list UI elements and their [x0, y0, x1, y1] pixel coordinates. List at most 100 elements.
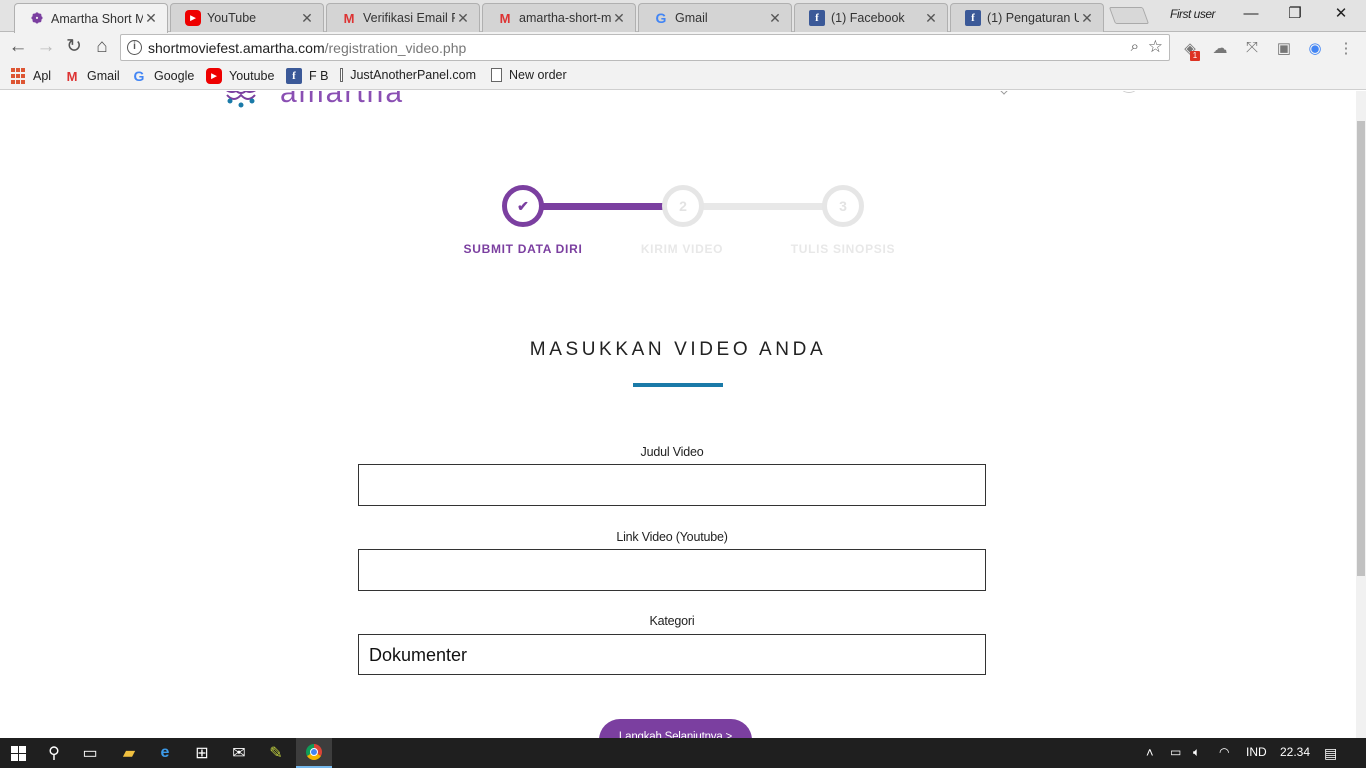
check-icon: ✔ — [517, 197, 529, 214]
reload-icon[interactable]: ↻ — [61, 35, 87, 61]
volume-icon[interactable]: 🔈︎ — [1193, 745, 1200, 760]
section-title: MASUKKAN VIDEO ANDA — [529, 339, 827, 360]
url-host: shortmoviefest.amartha.com — [148, 40, 325, 56]
info-icon[interactable]: i — [127, 40, 142, 55]
bookmark-justanotherpanel[interactable]: JustAnotherPanel.com — [340, 68, 476, 82]
browser-toolbar: ← → ↻ ⌂ i shortmoviefest.amartha.com/reg… — [0, 32, 1366, 63]
battery-icon[interactable]: ▭ — [1170, 745, 1181, 759]
page-scrollbar[interactable] — [1356, 91, 1366, 738]
video-title-label: Judul Video — [640, 445, 704, 459]
youtube-icon: ▶ — [185, 10, 201, 26]
bookmark-youtube[interactable]: ▶ Youtube — [206, 68, 274, 84]
person-extension-icon[interactable]: ▣ — [1274, 39, 1294, 57]
forward-arrow-icon[interactable]: → — [33, 35, 59, 61]
wifi-icon[interactable]: ◠ — [1219, 745, 1229, 759]
registration-stepper: ✔ 2 3 SUBMIT DATA DIRI KIRIM VIDEO TULIS… — [0, 91, 1356, 291]
google-icon: G — [133, 68, 145, 84]
cloud-extension-icon[interactable]: ☁ — [1210, 39, 1230, 57]
store-icon[interactable]: ⊞ — [184, 738, 220, 768]
bookmark-google[interactable]: G Google — [131, 68, 195, 84]
tray-chevron-up-icon[interactable]: ˄ — [1146, 745, 1154, 760]
grammar-extension-icon[interactable]: ◉ — [1305, 39, 1325, 57]
tab-title: YouTube — [207, 11, 257, 25]
browser-tab-strip: ❁ Amartha Short Mo ✕ ▶ YouTube ✕ M Verif… — [0, 0, 1366, 33]
page-content: amartha ✔ 2 3 SUBMIT DATA DIRI KIRIM VID… — [0, 91, 1356, 738]
back-arrow-icon[interactable]: ← — [5, 35, 31, 61]
tab-facebook[interactable]: f (1) Facebook ✕ — [794, 3, 948, 32]
window-close-icon[interactable]: ✕ — [1326, 4, 1356, 26]
youtube-icon: ▶ — [206, 68, 222, 84]
close-icon[interactable]: ✕ — [611, 10, 627, 27]
bookmark-label: JustAnotherPanel.com — [350, 68, 476, 82]
action-center-icon[interactable]: ▤ — [1324, 745, 1337, 762]
minimize-icon[interactable]: — — [1236, 4, 1266, 26]
tab-youtube[interactable]: ▶ YouTube ✕ — [170, 3, 324, 32]
resize-extension-icon[interactable]: ⤧ — [1242, 39, 1262, 57]
step-1-label: SUBMIT DATA DIRI — [463, 242, 583, 256]
close-icon[interactable]: ✕ — [1079, 10, 1095, 27]
new-tab-button[interactable] — [1108, 7, 1150, 24]
profile-user-label[interactable]: First user — [1170, 7, 1216, 21]
tab-title: Amartha Short Mo — [51, 11, 143, 26]
gmail-icon: M — [66, 68, 78, 84]
scrollbar-thumb[interactable] — [1357, 121, 1365, 576]
tab-amartha[interactable]: ❁ Amartha Short Mo ✕ — [14, 3, 168, 33]
tab-title: (1) Facebook — [831, 11, 905, 25]
url-text[interactable]: shortmoviefest.amartha.com/registration_… — [148, 40, 466, 56]
step-connector-done — [540, 203, 664, 210]
close-icon[interactable]: ✕ — [767, 10, 783, 27]
extension-badge: 1 — [1190, 51, 1200, 61]
facebook-icon: f — [809, 10, 825, 26]
tab-title: Verifikasi Email Fa — [363, 11, 455, 25]
home-icon[interactable]: ⌂ — [89, 35, 115, 61]
video-link-label: Link Video (Youtube) — [616, 530, 728, 544]
category-select[interactable]: Dokumenter — [358, 634, 986, 675]
close-icon[interactable]: ✕ — [455, 10, 471, 27]
search-icon[interactable]: ⚲ — [36, 738, 72, 768]
tab-verifikasi-email[interactable]: M Verifikasi Email Fa ✕ — [326, 3, 480, 32]
video-link-input[interactable] — [358, 549, 986, 591]
notepad-icon[interactable]: ✎ — [258, 738, 294, 768]
tab-pengaturan[interactable]: f (1) Pengaturan Un ✕ — [950, 3, 1104, 32]
category-label: Kategori — [649, 614, 695, 628]
bookmark-fb[interactable]: f F B — [286, 68, 328, 84]
edge-icon[interactable]: e — [147, 738, 183, 768]
address-bar[interactable]: i shortmoviefest.amartha.com/registratio… — [120, 34, 1170, 61]
facebook-icon: f — [286, 68, 302, 84]
bookmark-label: Apl — [33, 69, 52, 83]
apps-icon — [10, 68, 26, 84]
step-number: 3 — [839, 198, 847, 214]
tab-title: (1) Pengaturan Un — [987, 11, 1079, 25]
restore-icon[interactable]: ❐ — [1280, 4, 1310, 26]
zoom-icon[interactable]: ⌕ — [1131, 38, 1139, 55]
windows-taskbar: ⚲ ▭ ▰ e ⊞ ✉ ✎ ˄ ▭ 🔈︎ ◠ IND 22.34 ▤ — [0, 738, 1366, 768]
bookmark-new-order[interactable]: New order — [491, 68, 567, 82]
bookmark-gmail[interactable]: M Gmail — [64, 68, 120, 84]
title-underline — [633, 383, 723, 387]
clock[interactable]: 22.34 — [1280, 745, 1310, 759]
close-icon[interactable]: ✕ — [143, 10, 159, 27]
bookmark-star-icon[interactable]: ☆ — [1148, 37, 1163, 57]
bookmark-apps[interactable]: Apl — [10, 68, 51, 84]
task-view-icon[interactable]: ▭ — [72, 738, 108, 768]
step-number: 2 — [679, 198, 687, 214]
windows-start-icon[interactable] — [0, 738, 36, 768]
next-step-button[interactable]: Langkah Selanjutnya > — [599, 719, 752, 738]
tab-gmail[interactable]: G Gmail ✕ — [638, 3, 792, 32]
chrome-icon[interactable] — [296, 738, 332, 768]
mail-icon[interactable]: ✉ — [221, 738, 257, 768]
bookmark-label: New order — [509, 68, 567, 82]
facebook-icon: f — [965, 10, 981, 26]
tab-amartha-gmail[interactable]: M amartha-short-mo ✕ — [482, 3, 636, 32]
menu-kebab-icon[interactable]: ⋮ — [1336, 39, 1356, 57]
page-icon — [340, 68, 344, 82]
google-icon: G — [655, 10, 667, 26]
file-explorer-icon[interactable]: ▰ — [111, 738, 147, 768]
close-icon[interactable]: ✕ — [299, 10, 315, 27]
bookmarks-bar: Apl M Gmail G Google ▶ Youtube f F B Jus… — [0, 63, 1366, 90]
gmail-icon: M — [499, 10, 511, 26]
close-icon[interactable]: ✕ — [923, 10, 939, 27]
language-indicator[interactable]: IND — [1246, 745, 1267, 759]
step-2-label: KIRIM VIDEO — [640, 242, 724, 256]
video-title-input[interactable] — [358, 464, 986, 506]
